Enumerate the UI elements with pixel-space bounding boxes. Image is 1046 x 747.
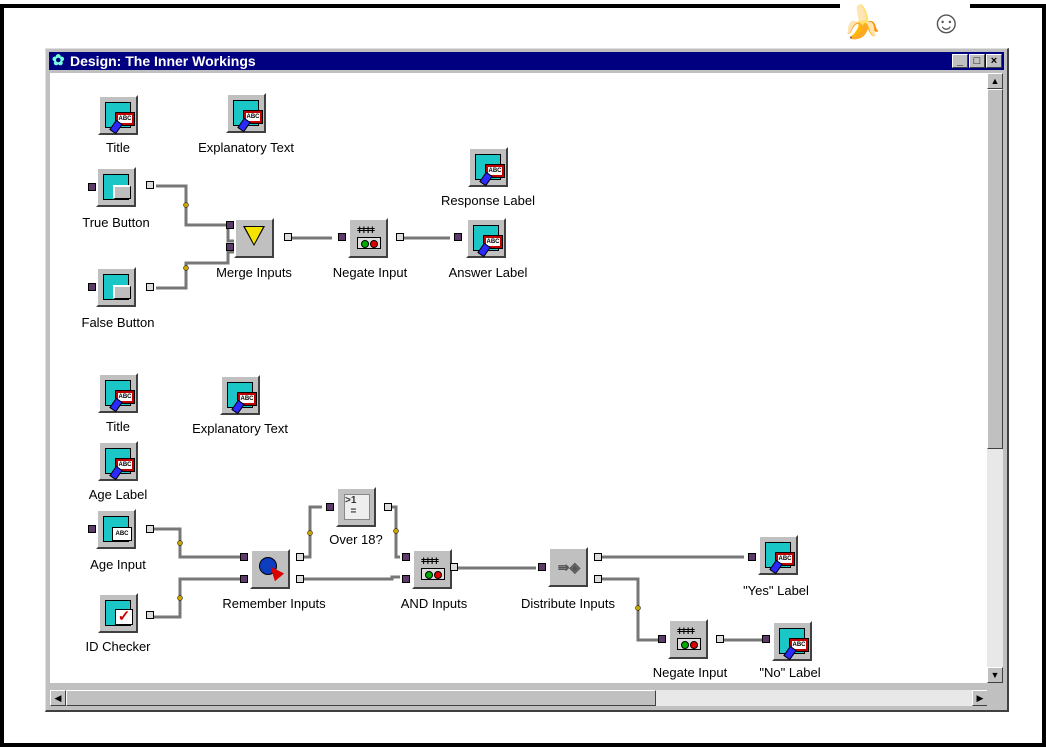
- input-port[interactable]: [402, 575, 410, 583]
- component-label: Title: [105, 140, 131, 155]
- input-port[interactable]: [88, 525, 96, 533]
- minimize-button[interactable]: _: [952, 54, 968, 68]
- input-port[interactable]: [454, 233, 462, 241]
- scroll-right-arrow-icon[interactable]: ▶: [972, 690, 988, 706]
- output-port[interactable]: [594, 553, 602, 561]
- frame-left-border: [0, 4, 4, 747]
- input-port[interactable]: [762, 635, 770, 643]
- age-label-component-icon[interactable]: ABC: [98, 441, 138, 481]
- output-port[interactable]: [146, 181, 154, 189]
- input-port[interactable]: [538, 563, 546, 571]
- output-port[interactable]: [296, 553, 304, 561]
- input-port[interactable]: [748, 553, 756, 561]
- and-icon[interactable]: ǂǂǂǂ: [412, 549, 452, 589]
- title-component-icon[interactable]: ABC: [98, 95, 138, 135]
- compare-icon[interactable]: >1 =: [336, 487, 376, 527]
- output-port[interactable]: [146, 283, 154, 291]
- wire-ageinput-to-remember: [154, 527, 242, 559]
- output-port[interactable]: [384, 503, 392, 511]
- component-label: Response Label: [441, 193, 535, 208]
- output-port[interactable]: [284, 233, 292, 241]
- output-port[interactable]: [146, 525, 154, 533]
- negate-icon[interactable]: ǂǂǂǂ: [668, 619, 708, 659]
- component-label: Explanatory Text: [198, 140, 294, 155]
- input-port[interactable]: [88, 283, 96, 291]
- component-label: True Button: [82, 215, 150, 230]
- close-button[interactable]: ×: [986, 54, 1002, 68]
- design-canvas[interactable]: ABC Title ABC Explanatory Text True Butt…: [50, 73, 988, 683]
- wire-remember-to-and: [296, 575, 400, 581]
- input-port[interactable]: [326, 503, 334, 511]
- component-label: Age Input: [90, 557, 146, 572]
- component-label: "No" Label: [759, 665, 821, 680]
- component-label: Answer Label: [448, 265, 528, 280]
- input-port[interactable]: [240, 575, 248, 583]
- component-label: Negate Input: [652, 665, 728, 680]
- maximize-button[interactable]: □: [969, 54, 985, 68]
- title-component-icon[interactable]: ABC: [98, 373, 138, 413]
- component-label: Negate Input: [332, 265, 408, 280]
- component-label: Age Label: [88, 487, 148, 502]
- component-label: "Yes" Label: [743, 583, 809, 598]
- wire-true-to-merge: [156, 184, 234, 243]
- id-checker-component-icon[interactable]: ✓: [98, 593, 138, 633]
- component-label: Title: [105, 419, 131, 434]
- output-port[interactable]: [594, 575, 602, 583]
- scroll-left-arrow-icon[interactable]: ◀: [50, 690, 66, 706]
- response-label-component-icon[interactable]: ABC: [468, 147, 508, 187]
- design-window: ✿ Design: The Inner Workings _ □ × ABC T…: [45, 48, 1009, 712]
- explanatory-text-component-icon[interactable]: ABC: [220, 375, 260, 415]
- merge-icon[interactable]: [234, 218, 274, 258]
- scroll-up-arrow-icon[interactable]: ▲: [987, 73, 1003, 89]
- component-label: AND Inputs: [400, 596, 468, 611]
- horizontal-scrollbar[interactable]: ◀ ▶: [50, 690, 988, 706]
- input-port[interactable]: [658, 635, 666, 643]
- frame-right-border: [1042, 4, 1046, 747]
- window-title: Design: The Inner Workings: [70, 53, 256, 69]
- banana-clipart-icon: 🍌: [842, 4, 882, 40]
- output-port[interactable]: [396, 233, 404, 241]
- horizontal-scroll-thumb[interactable]: [66, 690, 656, 706]
- cartoon-character-icon: ☺: [930, 4, 963, 40]
- distribute-icon[interactable]: ⇛◈: [548, 547, 588, 587]
- output-port[interactable]: [296, 575, 304, 583]
- component-label: Merge Inputs: [216, 265, 292, 280]
- scroll-down-arrow-icon[interactable]: ▼: [987, 667, 1003, 683]
- wiring-layer: [154, 184, 762, 642]
- input-port[interactable]: [338, 233, 346, 241]
- yes-label-component-icon[interactable]: ABC: [758, 535, 798, 575]
- frame-bottom-border: [0, 743, 1046, 747]
- remember-icon[interactable]: [250, 549, 290, 589]
- answer-label-component-icon[interactable]: ABC: [466, 218, 506, 258]
- false-button-component-icon[interactable]: [96, 267, 136, 307]
- frame-top-border: [0, 4, 840, 8]
- window-titlebar[interactable]: ✿ Design: The Inner Workings _ □ ×: [49, 52, 1004, 70]
- component-label: ID Checker: [85, 639, 151, 654]
- negate-icon[interactable]: ǂǂǂǂ: [348, 218, 388, 258]
- output-port[interactable]: [146, 611, 154, 619]
- true-button-component-icon[interactable]: [96, 167, 136, 207]
- gear-icon: ✿: [52, 52, 65, 69]
- input-port[interactable]: [88, 183, 96, 191]
- component-label: Remember Inputs: [222, 596, 326, 611]
- vertical-scroll-thumb[interactable]: [987, 89, 1003, 449]
- input-port[interactable]: [240, 553, 248, 561]
- input-port[interactable]: [226, 221, 234, 229]
- output-port[interactable]: [716, 635, 724, 643]
- vertical-scrollbar[interactable]: ▲ ▼: [987, 73, 1003, 683]
- input-port[interactable]: [226, 243, 234, 251]
- component-label: Explanatory Text: [192, 421, 288, 436]
- no-label-component-icon[interactable]: ABC: [772, 621, 812, 661]
- age-input-component-icon[interactable]: ABC: [96, 509, 136, 549]
- component-label: Over 18?: [329, 532, 383, 547]
- input-port[interactable]: [402, 553, 410, 561]
- component-label: Distribute Inputs: [521, 596, 615, 611]
- output-port[interactable]: [450, 563, 458, 571]
- frame-top-border-right: [970, 4, 1046, 8]
- explanatory-text-component-icon[interactable]: ABC: [226, 93, 266, 133]
- resize-grip-icon[interactable]: [987, 690, 1003, 706]
- component-label: False Button: [81, 315, 155, 330]
